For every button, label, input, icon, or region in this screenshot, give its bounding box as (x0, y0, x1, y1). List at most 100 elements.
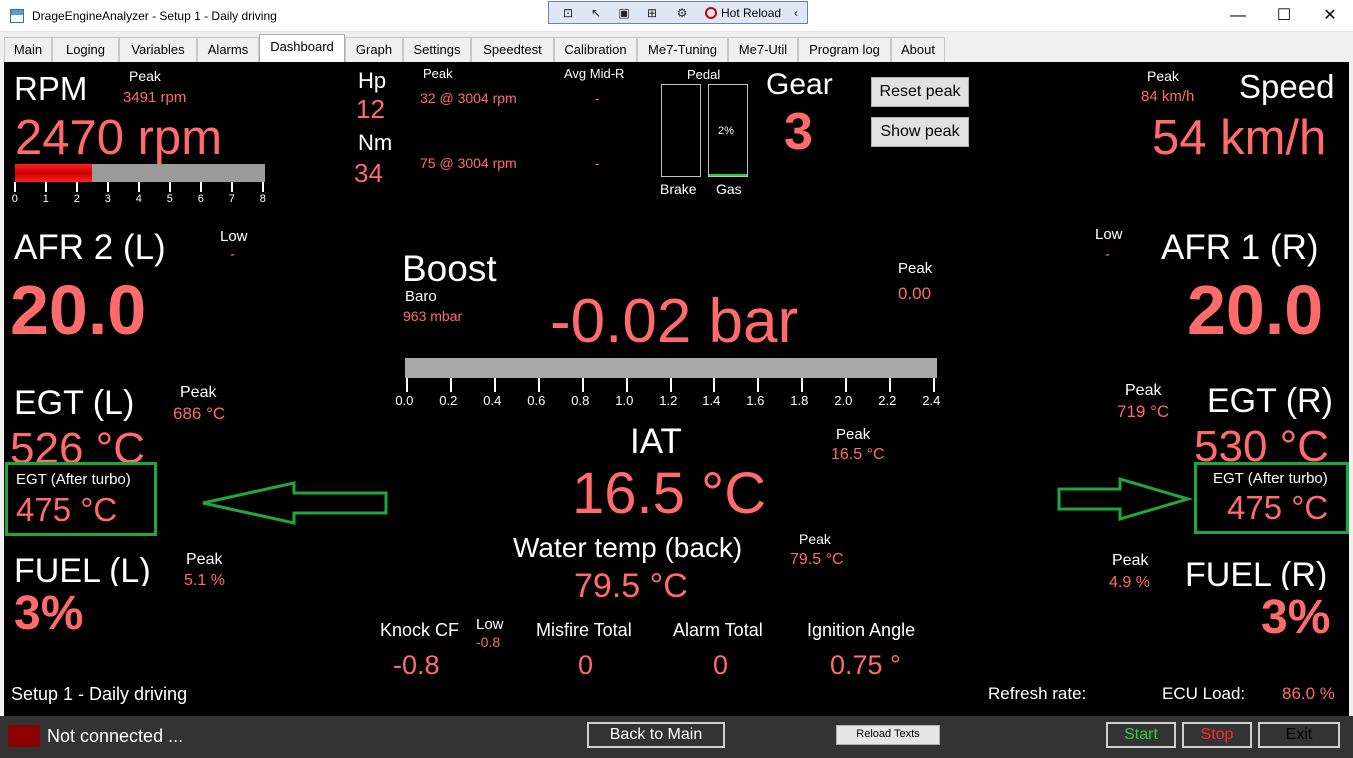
setup-name: Setup 1 - Daily driving (11, 684, 188, 704)
screen-pointer-icon[interactable]: ⊞ (643, 5, 661, 21)
show-peak-button[interactable]: Show peak (871, 117, 969, 147)
tab-speedtest[interactable]: Speedtest (471, 37, 554, 62)
afr-left-label: AFR 2 (L) (14, 228, 166, 267)
reset-peak-button[interactable]: Reset peak (871, 77, 969, 107)
boost-scale-tick (494, 378, 496, 392)
tab-variables[interactable]: Variables (119, 37, 197, 62)
boost-peak-value: 0.00 (898, 284, 932, 303)
fuel-right-peak-label: Peak (1112, 552, 1149, 569)
iat-value: 16.5 °C (572, 461, 767, 526)
settings-icon[interactable]: ⚙ (673, 5, 691, 21)
start-button[interactable]: Start (1106, 722, 1176, 748)
fuel-right-value: 3% (1261, 591, 1331, 644)
boost-scale: 0.0 0.2 0.4 0.6 0.8 1.0 1.2 1.4 1.6 1.8 2.0 2.2 2.4 (395, 378, 940, 412)
tab-calibration[interactable]: Calibration (554, 37, 637, 62)
boost-scale-tick-label: 2.2 (878, 393, 897, 408)
exit-button[interactable]: Exit (1258, 722, 1340, 748)
rpm-peak-label: Peak (129, 68, 161, 84)
rpm-scale-tick-label: 2 (73, 193, 80, 205)
water-temp-label: Water temp (back) (513, 532, 743, 563)
window-title: DrageEngineAnalyzer - Setup 1 - Daily dr… (32, 9, 277, 23)
stop-button[interactable]: Stop (1182, 722, 1252, 748)
back-to-main-button[interactable]: Back to Main (587, 722, 725, 748)
connection-indicator (8, 725, 40, 747)
maximize-button[interactable]: ☐ (1261, 0, 1307, 32)
boost-scale-tick (670, 378, 672, 392)
rpm-scale: 0 1 2 3 4 5 6 7 8 (12, 182, 266, 208)
hp-value: 12 (356, 94, 385, 124)
rpm-scale-tick (76, 182, 78, 192)
iat-label: IAT (630, 422, 682, 461)
gas-percent: 2% (718, 125, 734, 137)
tab-about[interactable]: About (891, 37, 945, 62)
rpm-peak-value: 3491 rpm (123, 89, 187, 106)
rpm-scale-tick-label: 7 (228, 193, 235, 205)
water-temp-value: 79.5 °C (574, 567, 688, 605)
hot-reload-label[interactable]: Hot Reload (721, 6, 781, 20)
egt-right-after-turbo-label: EGT (After turbo) (1213, 470, 1328, 487)
boost-scale-tick-label: 1.6 (746, 393, 765, 408)
boost-value: -0.02 bar (550, 287, 799, 356)
tab-program-log[interactable]: Program log (798, 37, 891, 62)
boost-scale-tick (889, 378, 891, 392)
tab-loging[interactable]: Loging (52, 37, 119, 62)
iat-peak-value: 16.5 °C (831, 446, 885, 463)
tab-dashboard[interactable]: Dashboard (259, 34, 345, 62)
title-bar: DrageEngineAnalyzer - Setup 1 - Daily dr… (0, 0, 1353, 32)
boost-scale-tick-label: 0.4 (483, 393, 502, 408)
tab-bar: Main Loging Variables Alarms Dashboard G… (0, 32, 1353, 62)
ignition-angle-label: Ignition Angle (807, 620, 916, 640)
nm-avg-value: - (595, 155, 600, 171)
tab-alarms[interactable]: Alarms (197, 37, 259, 62)
select-element-icon[interactable]: ⊡ (559, 5, 577, 21)
hot-reload-stop-icon[interactable] (705, 7, 717, 19)
fuel-left-label: FUEL (L) (14, 552, 151, 586)
nm-value: 34 (354, 158, 383, 188)
speed-peak-label: Peak (1147, 68, 1179, 84)
status-bar: Not connected ... Back to Main Reload Te… (0, 716, 1353, 758)
fuel-left-peak-value: 5.1 % (184, 572, 225, 589)
egt-left-peak-value: 686 °C (173, 404, 226, 423)
egt-left-after-turbo-box: EGT (After turbo) 475 °C (5, 462, 157, 536)
tab-main[interactable]: Main (4, 37, 52, 62)
nm-label: Nm (358, 130, 393, 155)
gas-label: Gas (716, 181, 742, 197)
egt-right-after-turbo-box: EGT (After turbo) 475 °C (1194, 462, 1349, 534)
rpm-label: RPM (14, 70, 88, 107)
avg-mid-r-label: Avg Mid-R (564, 66, 625, 81)
tab-me7-util[interactable]: Me7-Util (728, 37, 798, 62)
connection-status: Not connected ... (47, 726, 184, 746)
boost-scale-tick-label: 2.4 (922, 393, 941, 408)
boost-scale-tick-label: 1.2 (659, 393, 678, 408)
alarm-total-value: 0 (713, 650, 729, 680)
cursor-icon[interactable]: ↖ (587, 5, 605, 21)
afr-right-label: AFR 1 (R) (1161, 228, 1319, 267)
boost-peak-label: Peak (898, 260, 933, 277)
tab-settings[interactable]: Settings (403, 37, 471, 62)
baro-label: Baro (405, 288, 437, 305)
tab-me7-tuning[interactable]: Me7-Tuning (637, 37, 728, 62)
afr-right-low-label: Low (1095, 226, 1123, 243)
reload-texts-button[interactable]: Reload Texts (836, 725, 940, 745)
ecu-load-value: 86.0 % (1282, 684, 1335, 703)
egt-right-peak-label: Peak (1125, 382, 1162, 399)
knock-low-value: -0.8 (476, 634, 501, 650)
rpm-scale-tick-label: 4 (135, 193, 142, 205)
refresh-rate-label: Refresh rate: (988, 684, 1087, 703)
boost-scale-tick-label: 0.6 (527, 393, 546, 408)
boost-scale-tick (713, 378, 715, 392)
close-button[interactable]: ✕ (1307, 0, 1353, 32)
frame-icon[interactable]: ▣ (615, 5, 633, 21)
misfire-total-value: 0 (578, 650, 594, 680)
gear-value: 3 (784, 103, 813, 161)
rpm-bar (15, 164, 265, 182)
rpm-scale-tick (200, 182, 202, 192)
rpm-scale-tick (107, 182, 109, 192)
minimize-button[interactable]: — (1215, 0, 1261, 32)
boost-scale-tick-label: 2.0 (834, 393, 853, 408)
boost-scale-tick-label: 1.0 (615, 393, 634, 408)
brake-label: Brake (660, 181, 697, 197)
tab-graph[interactable]: Graph (345, 37, 403, 62)
boost-scale-tick (626, 378, 628, 392)
collapse-icon[interactable]: ‹ (787, 5, 805, 21)
